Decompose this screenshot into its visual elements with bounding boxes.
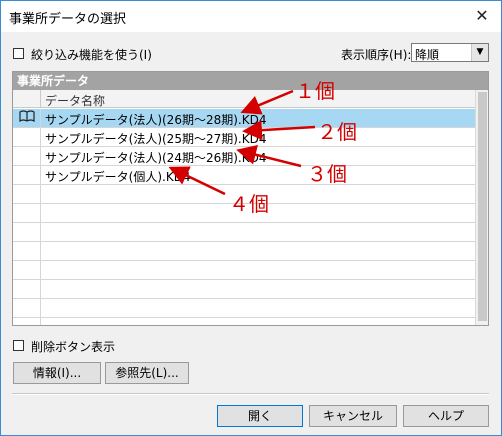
arrow-2	[242, 120, 316, 141]
arrow-4	[168, 166, 226, 196]
annotation-2: ２個	[317, 120, 357, 144]
annotation-1: １個	[295, 79, 335, 103]
annotation-arrows	[168, 89, 316, 196]
annotation-4: ４個	[229, 192, 269, 216]
arrow-3	[236, 144, 302, 168]
arrow-1	[240, 89, 294, 115]
annotation-3: ３個	[307, 162, 347, 186]
dialog-window: 事業所データの選択 ✕ 絞り込み機能を使う(I) 表示順序(H): 降順 ▼ 事…	[0, 0, 502, 436]
